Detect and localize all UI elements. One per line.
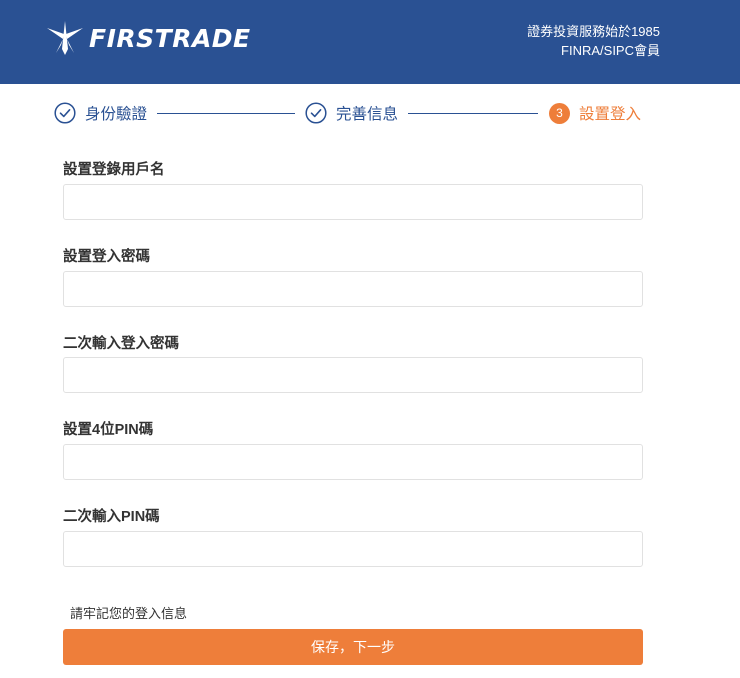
step-complete-info: 完善信息	[305, 100, 398, 126]
step-label: 設置登入	[579, 106, 642, 123]
check-circle-icon	[54, 102, 76, 124]
pin-input[interactable]	[63, 444, 643, 480]
username-label: 設置登錄用戶名	[63, 162, 165, 178]
step-label: 身份驗證	[85, 106, 148, 123]
header-info: 證券投資服務始於1985 FINRA/SIPC會員	[527, 22, 660, 60]
password-label: 設置登入密碼	[63, 249, 150, 265]
confirm-pin-label: 二次輸入PIN碼	[63, 509, 160, 525]
pin-label: 設置4位PIN碼	[63, 422, 154, 438]
confirm-pin-input[interactable]	[63, 531, 643, 567]
check-circle-icon	[305, 102, 327, 124]
header-info-member: FINRA/SIPC會員	[561, 43, 660, 58]
firstrade-logo[interactable]: FIRSTRADE	[46, 18, 251, 58]
header-bar: FIRSTRADE 證券投資服務始於1985 FINRA/SIPC會員	[0, 0, 740, 84]
password-input[interactable]	[63, 271, 643, 307]
confirm-password-label: 二次輸入登入密碼	[63, 336, 179, 352]
confirm-password-input[interactable]	[63, 357, 643, 393]
step-number-badge: 3	[549, 102, 570, 124]
username-input[interactable]	[63, 184, 643, 220]
step-identity-verification: 身份驗證	[54, 100, 147, 126]
step-set-login: 3 設置登入	[549, 100, 641, 126]
save-next-button[interactable]: 保存，下一步	[63, 629, 643, 665]
step-label: 完善信息	[336, 106, 399, 123]
step-connector	[408, 113, 538, 114]
step-connector	[157, 113, 295, 114]
header-info-since: 證券投資服務始於1985	[527, 24, 660, 39]
firstrade-logo-icon	[47, 21, 83, 55]
logo-text: FIRSTRADE	[89, 23, 251, 53]
reminder-text: 請牢記您的登入信息	[70, 606, 188, 621]
progress-stepper: 身份驗證 完善信息 3 設置登入	[0, 100, 740, 126]
